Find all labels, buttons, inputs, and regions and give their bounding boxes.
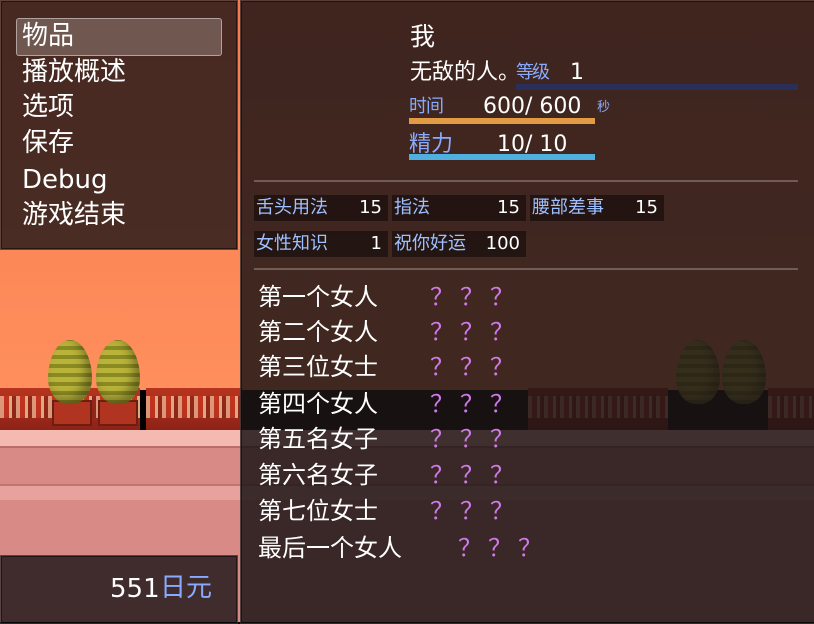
woman-name: 第四个女人 (258, 390, 378, 418)
time-bar (409, 118, 595, 124)
woman-row: 第五名女子 ？？？ (258, 422, 514, 456)
woman-status: ？？？ (430, 283, 520, 311)
woman-status: ？？？ (430, 425, 520, 453)
skill-row: 腰部差事 15 (530, 195, 664, 221)
energy-bar (409, 154, 595, 160)
woman-name: 第六名女子 (258, 461, 378, 489)
woman-status: ？？？ (430, 390, 520, 418)
woman-status: ？？？ (430, 318, 520, 346)
skill-name: 腰部差事 (532, 197, 604, 218)
skill-value: 15 (359, 197, 382, 218)
skill-name: 指法 (394, 197, 430, 218)
skill-value: 1 (370, 233, 382, 254)
woman-status: ？？？ (430, 497, 520, 525)
gold-value: 551 (110, 574, 160, 604)
woman-status: ？？？ (458, 534, 548, 562)
skill-row: 女性知识 1 (254, 231, 388, 257)
woman-row: 最后一个女人 ？？？ (258, 531, 542, 565)
time-unit: 秒 (597, 100, 611, 115)
woman-status: ？？？ (430, 461, 520, 489)
woman-name: 第二个女人 (258, 318, 378, 346)
woman-name: 第七位女士 (258, 497, 378, 525)
woman-row: 第七位女士 ？？？ (258, 494, 514, 528)
flower-bed (146, 388, 242, 432)
woman-row: 第二个女人 ？？？ (258, 315, 514, 349)
divider (254, 268, 798, 270)
skill-name: 祝你好运 (394, 233, 466, 254)
skill-value: 15 (635, 197, 658, 218)
skill-name: 舌头用法 (256, 197, 328, 218)
menu-item-game-end[interactable]: 游戏结束 (22, 198, 126, 232)
actor-name: 我 (410, 22, 436, 51)
woman-status: ？？？ (430, 353, 520, 381)
menu-item-save[interactable]: 保存 (22, 126, 74, 160)
woman-row: 第四个女人 ？？？ (258, 387, 514, 421)
menu-item-debug[interactable]: Debug (22, 163, 108, 197)
woman-name: 最后一个女人 (258, 534, 402, 562)
skill-name: 女性知识 (256, 233, 328, 254)
skill-value: 100 (485, 233, 520, 254)
woman-name: 第一个女人 (258, 283, 378, 311)
woman-row: 第六名女子 ？？？ (258, 458, 514, 492)
gold-unit: 日元 (160, 573, 213, 603)
woman-row: 第一个女人 ？？？ (258, 280, 514, 314)
menu-item-items[interactable]: 物品 (22, 19, 74, 53)
menu-item-summary[interactable]: 播放概述 (22, 55, 126, 89)
actor-nickname: 无敌的人。 (410, 60, 521, 85)
skill-row: 舌头用法 15 (254, 195, 388, 221)
skill-value: 15 (497, 197, 520, 218)
menu-item-options[interactable]: 选项 (22, 90, 74, 124)
woman-name: 第五名女子 (258, 425, 378, 453)
skill-row: 指法 15 (392, 195, 526, 221)
woman-name: 第三位女士 (258, 353, 378, 381)
divider (254, 180, 798, 182)
woman-row: 第三位女士 ？？？ (258, 350, 514, 384)
skill-row: 祝你好运 100 (392, 231, 526, 257)
